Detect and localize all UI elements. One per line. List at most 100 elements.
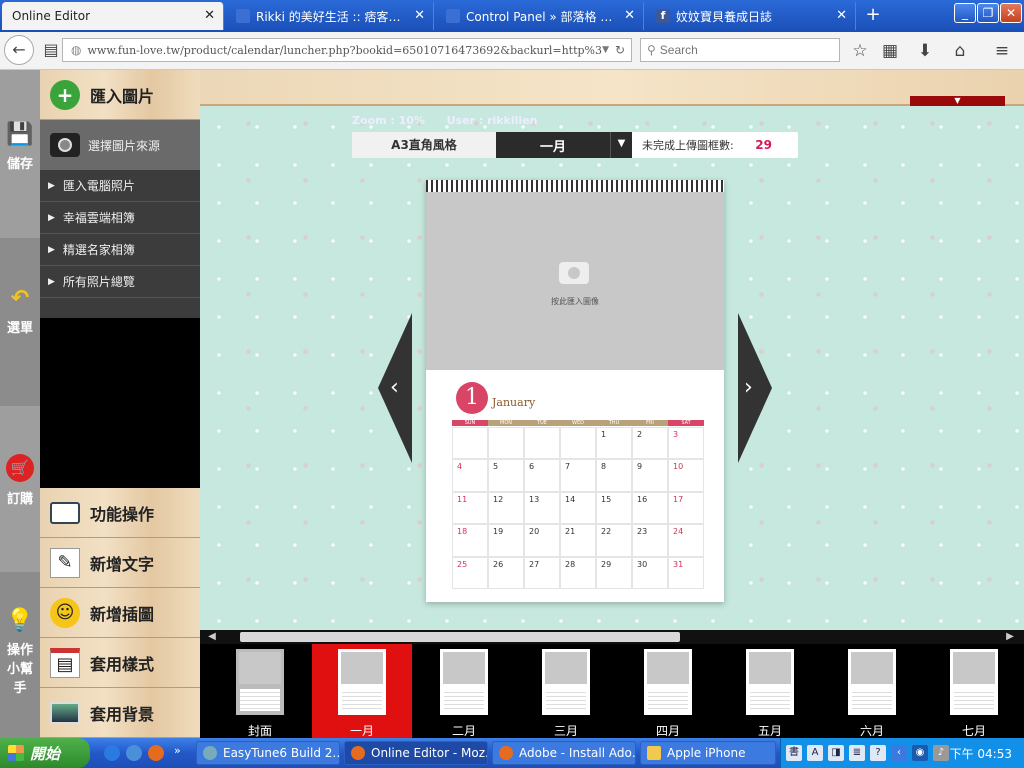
add-text-button[interactable]: ✎ 新增文字 [40,538,200,588]
source-import-computer[interactable]: ▶ 匯入電腦照片 [40,170,200,202]
settings-icon[interactable] [126,745,142,761]
import-images-button[interactable]: + 匯入圖片 [40,70,200,120]
tab-rikki-blog[interactable]: Rikki 的美好生活 :: 痞客邦 … ✕ [226,2,434,30]
thumbnail-preview [746,649,794,715]
save-button[interactable]: 💾 儲存 [0,122,40,172]
source-list-footer [40,298,200,318]
close-icon[interactable]: ✕ [414,8,425,23]
dropdown-arrow-icon[interactable]: ▼ [610,132,632,158]
thumbnail-calendar-lines [750,689,790,711]
source-cloud-album[interactable]: ▶ 幸福雲端相簿 [40,202,200,234]
tab-facebook[interactable]: f 妏妏寶貝養成日誌 ✕ [646,2,856,30]
minimize-icon[interactable]: _ [954,3,976,23]
choose-source-label: 選擇圖片來源 [88,138,161,153]
maximize-icon[interactable]: ❐ [977,3,999,23]
thumbnail-page[interactable]: 一月 [312,644,412,738]
menu-button[interactable]: ↶ 選單 [0,238,40,406]
task-apple-iphone[interactable]: Apple iPhone [640,741,776,765]
reading-list-icon[interactable]: ▦ [878,40,902,62]
add-clipart-button[interactable]: ☺ 新增插圖 [40,588,200,638]
quicklaunch-more-icon[interactable]: » [174,744,181,757]
day-cell: 13 [524,491,560,525]
task-label: Online Editor - Moz… [371,746,488,760]
thumbnail-page[interactable]: 封面 [210,644,310,738]
search-box[interactable]: ⚲ [640,38,840,62]
ime-options-icon[interactable]: ≣ [849,745,865,761]
day-cell: 27 [524,556,560,589]
tab-label: Control Panel » 部落格 » All… [466,9,619,24]
order-button[interactable]: 🛒 訂購 [0,454,40,507]
help-icon[interactable]: ? [870,745,886,761]
keyboard-icon[interactable]: A [807,745,823,761]
source-label: 精選名家相簿 [62,243,135,257]
functions-button[interactable]: 功能操作 [40,488,200,538]
day-cell: 11 [452,491,488,525]
thumbnail-page[interactable]: 五月 [720,644,820,738]
task-online-editor[interactable]: Online Editor - Moz… [344,741,488,765]
thumbnail-page[interactable]: 七月 [924,644,1024,738]
reload-icon[interactable]: ↻ [609,43,631,57]
thumbnail-page[interactable]: 四月 [618,644,718,738]
firefox-icon[interactable] [148,745,164,761]
photo-slot[interactable]: 按此匯入圖像 [426,192,724,370]
order-label: 訂購 [6,492,33,507]
menu-label: 選單 [6,321,33,336]
day-cell: 7 [560,459,596,492]
thumbnail-photo-slot [749,652,791,684]
thumbnail-preview [950,649,998,715]
volume-icon[interactable]: ♪ [933,745,949,761]
next-page-button[interactable]: › [738,313,772,463]
bookmark-star-icon[interactable]: ☆ [848,40,872,62]
collapse-toggle[interactable]: ▼ [910,96,1005,106]
download-icon[interactable]: ⬇ [913,40,937,62]
apply-style-label: 套用樣式 [90,654,155,674]
ime-mode-icon[interactable]: ◨ [828,745,844,761]
tray-expand-icon[interactable]: ‹ [891,745,907,761]
add-text-label: 新增文字 [90,554,155,574]
ime-icon[interactable]: 書 [786,745,802,761]
previous-page-button[interactable]: ‹ [378,313,412,463]
apply-background-button[interactable]: 套用背景 [40,688,200,738]
menu-icon[interactable]: ≡ [990,40,1014,62]
choose-source-row[interactable]: 選擇圖片來源 [40,120,200,170]
source-all-photos[interactable]: ▶ 所有照片總覽 [40,266,200,298]
source-featured-album[interactable]: ▶ 精選名家相簿 [40,234,200,266]
tab-label: 妏妏寶貝養成日誌 [676,9,773,24]
scroll-right-icon[interactable]: ▶ [1002,631,1018,643]
month-select[interactable]: 一月 ▼ [496,132,632,158]
helper-button[interactable]: 💡 操作小幫手 [0,572,40,738]
new-tab-button[interactable]: + [860,4,886,28]
home-icon[interactable]: ⌂ [948,40,972,62]
task-easytune[interactable]: EasyTune6 Build 2… [196,741,340,765]
day-cell: 29 [596,556,632,589]
thumbnail-page[interactable]: 二月 [414,644,514,738]
weekday-label: SAT [668,420,704,426]
close-icon[interactable]: ✕ [204,8,215,23]
scroll-left-icon[interactable]: ◀ [204,631,220,643]
tab-online-editor[interactable]: Online Editor ✕ [2,2,224,30]
thumbnail-page[interactable]: 六月 [822,644,922,738]
dropdown-icon[interactable]: ▼ [602,45,609,55]
search-icon: ⚲ [647,43,656,57]
thumbnail-scrollbar[interactable]: ◀ ▶ [200,630,1024,644]
close-icon[interactable]: ✕ [624,8,635,23]
ie-icon[interactable] [104,745,120,761]
close-icon[interactable]: ✕ [836,8,847,23]
thumbnail-page[interactable]: 三月 [516,644,616,738]
user-label: User : rikkilien [446,114,538,127]
triangle-right-icon: ▶ [48,212,55,223]
triangle-right-icon: ▶ [48,276,55,287]
search-input[interactable] [659,43,830,57]
page-icon [236,9,250,23]
window-close-icon[interactable]: ✕ [1000,3,1022,23]
scrollbar-thumb[interactable] [240,632,680,642]
chevron-left-icon: ‹ [390,375,399,400]
day-cell: 24 [668,524,704,557]
apply-style-button[interactable]: ▤ 套用樣式 [40,638,200,688]
url-bar[interactable]: ◍ www.fun-love.tw/product/calendar/lunch… [62,38,632,62]
back-arrow-icon[interactable]: ← [4,35,34,65]
start-button[interactable]: 開始 [0,738,90,768]
tab-control-panel[interactable]: Control Panel » 部落格 » All… ✕ [436,2,644,30]
task-adobe-install[interactable]: Adobe - Install Ado… [492,741,636,765]
network-icon[interactable]: ◉ [912,745,928,761]
